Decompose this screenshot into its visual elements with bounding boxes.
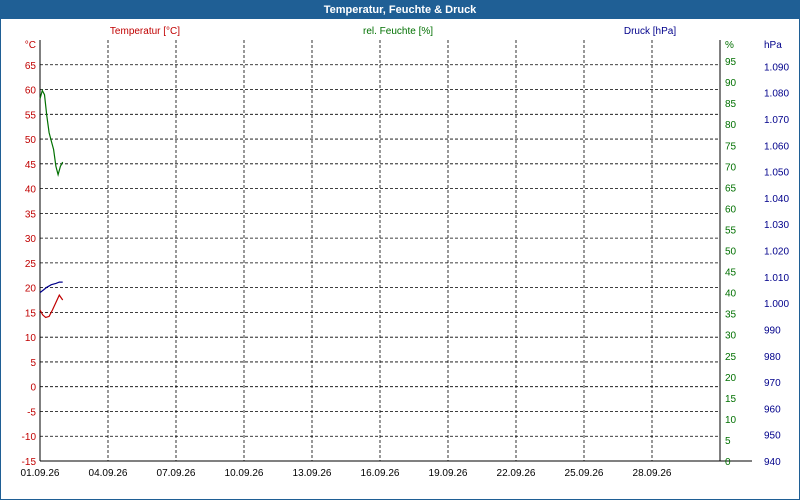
y-tick-label-humidity: 20: [725, 373, 737, 384]
y-tick-label-humidity: 60: [725, 204, 737, 215]
chart-plot: Temperatur [°C] rel. Feuchte [%] Druck […: [21, 26, 790, 479]
y-tick-label-temperature: 60: [25, 86, 37, 97]
y-tick-label-pressure: 950: [764, 431, 781, 442]
x-tick-label: 22.09.26: [497, 468, 536, 479]
y-tick-label-temperature: 10: [25, 333, 37, 344]
x-tick-label: 28.09.26: [633, 468, 672, 479]
y-tick-label-pressure: 1.040: [764, 194, 789, 205]
y-tick-label-pressure: 1.050: [764, 168, 789, 179]
y-tick-label-pressure: 1.010: [764, 273, 789, 284]
y-tick-label-temperature: 0: [30, 383, 36, 394]
x-tick-label: 19.09.26: [429, 468, 468, 479]
unit-label-celsius: °C: [25, 40, 36, 51]
y-tick-label-pressure: 970: [764, 378, 781, 389]
y-tick-label-humidity: 5: [725, 436, 731, 447]
y-tick-label-pressure: 1.030: [764, 220, 789, 231]
x-tick-label: 04.09.26: [89, 468, 128, 479]
y-tick-label-humidity: 75: [725, 141, 737, 152]
y-tick-label-humidity: 40: [725, 289, 737, 300]
y-tick-label-temperature: 50: [25, 135, 37, 146]
unit-label-hpa: hPa: [764, 40, 782, 51]
y-tick-label-temperature: -5: [27, 407, 36, 418]
y-tick-label-humidity: 55: [725, 225, 737, 236]
y-tick-label-humidity: 15: [725, 394, 737, 405]
y-tick-label-temperature: 55: [25, 110, 37, 121]
y-tick-label-pressure: 1.090: [764, 62, 789, 73]
y-tick-label-humidity: 0: [725, 457, 731, 468]
y-tick-label-temperature: 20: [25, 284, 37, 295]
x-tick-label: 13.09.26: [293, 468, 332, 479]
y-tick-label-pressure: 960: [764, 404, 781, 415]
y-tick-label-temperature: 15: [25, 308, 37, 319]
y-tick-label-temperature: 5: [30, 358, 36, 369]
series-line-left: [39, 293, 64, 319]
unit-label-percent: %: [725, 40, 734, 51]
y-tick-label-humidity: 90: [725, 78, 737, 89]
y-tick-label-pressure: 1.060: [764, 141, 789, 152]
y-tick-label-temperature: 25: [25, 259, 37, 270]
y-tick-label-temperature: -15: [22, 457, 37, 468]
y-tick-label-temperature: 40: [25, 185, 37, 196]
y-tick-label-humidity: 45: [725, 268, 737, 279]
x-tick-label: 10.09.26: [225, 468, 264, 479]
y-tick-label-temperature: 30: [25, 234, 37, 245]
y-tick-label-pressure: 1.080: [764, 89, 789, 100]
y-tick-label-humidity: 10: [725, 415, 737, 426]
x-tick-label: 01.09.26: [21, 468, 60, 479]
y-tick-label-pressure: 1.000: [764, 299, 789, 310]
y-tick-label-temperature: 45: [25, 160, 37, 171]
series-line-right1: [39, 88, 64, 178]
y-tick-label-humidity: 80: [725, 120, 737, 131]
x-tick-label: 25.09.26: [565, 468, 604, 479]
axis-label-humidity: rel. Feuchte [%]: [363, 26, 433, 37]
y-tick-label-temperature: 65: [25, 61, 37, 72]
x-tick-label: 07.09.26: [157, 468, 196, 479]
y-tick-label-pressure: 940: [764, 457, 781, 468]
y-tick-label-pressure: 980: [764, 352, 781, 363]
y-tick-label-humidity: 50: [725, 247, 737, 258]
y-tick-label-humidity: 35: [725, 310, 737, 321]
y-tick-label-humidity: 70: [725, 162, 737, 173]
axis-label-temperature: Temperatur [°C]: [110, 26, 180, 37]
y-tick-label-humidity: 65: [725, 183, 737, 194]
axis-label-pressure: Druck [hPa]: [624, 26, 676, 37]
y-tick-label-pressure: 1.020: [764, 247, 789, 258]
y-tick-label-pressure: 990: [764, 325, 781, 336]
y-tick-label-temperature: 35: [25, 209, 37, 220]
y-tick-label-humidity: 30: [725, 331, 737, 342]
y-tick-label-humidity: 25: [725, 352, 737, 363]
y-tick-label-humidity: 95: [725, 57, 737, 68]
y-tick-label-temperature: -10: [22, 432, 37, 443]
y-tick-label-pressure: 1.070: [764, 115, 789, 126]
x-tick-label: 16.09.26: [361, 468, 400, 479]
y-tick-label-humidity: 85: [725, 99, 737, 110]
